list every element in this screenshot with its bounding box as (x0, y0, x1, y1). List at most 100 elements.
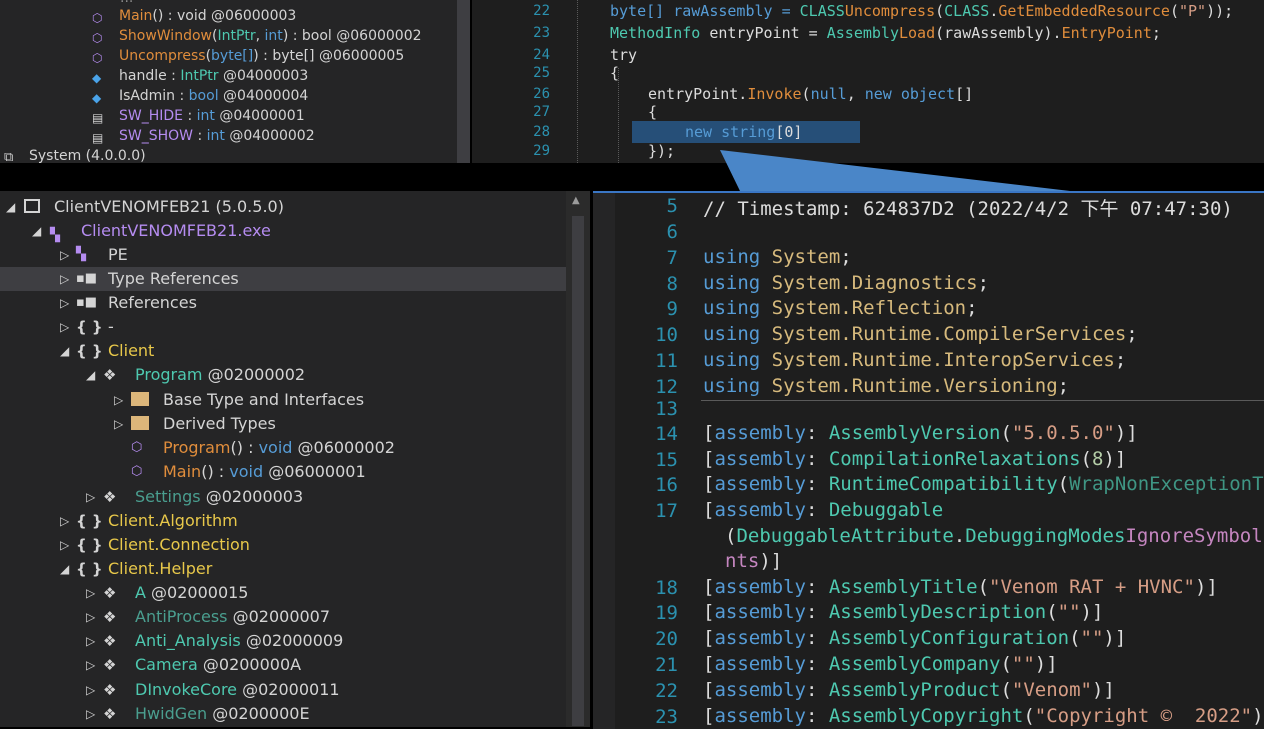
code-line-23: [assembly: AssemblyCopyright("Copyright … (703, 705, 1264, 727)
code-token: "5.0.5.0" (1011, 422, 1115, 444)
code-line-9: using System.Reflection; (703, 297, 978, 319)
tree-node-class[interactable]: ▷ ❖ AntiProcess @02000007 (0, 605, 566, 629)
tree-node-root-assembly[interactable]: ◢ ClientVENOMFEB21 (5.0.5.0) (0, 195, 566, 219)
code-token: using (703, 323, 761, 345)
expand-arrow-icon[interactable]: ▷ (60, 509, 69, 533)
tree-vertical-scrollbar[interactable]: ▲ (566, 191, 590, 727)
tree-node-pe[interactable]: ▷ ▚ PE (0, 243, 566, 267)
tree-node-class[interactable]: ▷ ❖ Camera @0200000A (0, 653, 566, 677)
node-label: HwidGen (135, 704, 208, 723)
line-number: 11 (655, 350, 678, 372)
expand-arrow-icon[interactable]: ▷ (60, 291, 69, 315)
code-token: assembly (714, 473, 806, 495)
code-token: "" (1011, 653, 1035, 675)
line-number: 5 (666, 195, 678, 217)
expand-arrow-icon[interactable]: ▷ (86, 653, 95, 677)
code-token: System.Runtime.Versioning (771, 375, 1058, 397)
namespace-icon: { } (76, 342, 103, 360)
scrollbar-thumb[interactable] (572, 216, 584, 726)
node-token: @0200000E (212, 704, 310, 723)
tree-node-class[interactable]: ▷ ❖ A @02000015 (0, 581, 566, 605)
code-line-14: [assembly: AssemblyVersion("5.0.5.0")] (703, 422, 1138, 444)
expand-arrow-icon[interactable]: ▷ (86, 702, 95, 726)
line-number: 18 (655, 577, 678, 599)
code-token: )] (1103, 448, 1127, 470)
code-token: using (703, 246, 761, 268)
assembly-explorer-tree[interactable]: ◢ ClientVENOMFEB21 (5.0.5.0) ◢ ▚ ClientV… (0, 191, 566, 727)
node-label: Camera (135, 655, 198, 674)
code-token: )] (1252, 705, 1264, 727)
collapse-arrow-icon[interactable]: ◢ (60, 557, 69, 581)
tree-node-class-settings[interactable]: ▷ ❖ Settings @02000003 (0, 485, 566, 509)
line-number: 12 (655, 376, 678, 398)
code-token: "Venom RAT + HVNC" (989, 576, 1195, 598)
expand-arrow-icon[interactable]: ▷ (60, 315, 69, 339)
class-icon: ❖ (103, 608, 117, 626)
collapse-arrow-icon[interactable]: ◢ (32, 219, 41, 243)
code-token: IgnoreSymbol (1125, 525, 1263, 547)
expand-arrow-icon[interactable]: ▷ (86, 629, 95, 653)
line-number: 21 (655, 654, 678, 676)
namespace-icon: { } (76, 536, 103, 554)
tree-node-base-types[interactable]: ▷ Base Type and Interfaces (0, 388, 566, 412)
code-token: System.Reflection (771, 297, 967, 319)
tree-node-class-program[interactable]: ◢ ❖ Program @02000002 (0, 363, 566, 387)
collapse-arrow-icon[interactable]: ◢ (60, 339, 69, 363)
code-token: "Venom" (1011, 679, 1092, 701)
collapse-arrow-icon[interactable]: ◢ (6, 195, 15, 219)
tree-node-namespace-dash[interactable]: ▷ { } - (0, 315, 566, 339)
tree-node-references[interactable]: ▷ ▪■ References (0, 291, 566, 315)
node-label: Client.Connection (108, 535, 250, 554)
tree-node-class[interactable]: ▷ ❖ Anti_Analysis @02000009 (0, 629, 566, 653)
code-line-17: [assembly: Debuggable (703, 499, 944, 521)
code-token: System.Runtime.InteropServices (771, 349, 1115, 371)
tree-node-class[interactable]: ▷ ❖ DInvokeCore @02000011 (0, 678, 566, 702)
tree-node-class[interactable]: ▷ ❖ HwidGen @0200000E (0, 702, 566, 726)
code-token: AssemblyProduct (828, 679, 1001, 701)
folder-icon (131, 392, 149, 406)
expand-arrow-icon[interactable]: ▷ (114, 388, 123, 412)
decompiled-code-editor[interactable]: 5 // Timestamp: 624837D2 (2022/4/2 下午 07… (593, 191, 1264, 729)
code-token: AssemblyTitle (828, 576, 978, 598)
expand-arrow-icon[interactable]: ▷ (86, 485, 95, 509)
line-number: 15 (655, 449, 678, 471)
code-token: . (953, 525, 966, 547)
line-number: 17 (655, 500, 678, 522)
node-label: A (135, 583, 146, 602)
tree-node-type-references[interactable]: ▷ ▪■ Type References (0, 267, 566, 291)
expand-arrow-icon[interactable]: ▷ (60, 267, 69, 291)
method-sig: () : (230, 438, 259, 457)
tree-node-method-main[interactable]: ⬡ Main() : void @06000001 (0, 460, 566, 484)
expand-arrow-icon[interactable]: ▷ (86, 581, 95, 605)
references-icon: ▪■ (76, 295, 98, 310)
expand-arrow-icon[interactable]: ▷ (114, 412, 123, 436)
namespace-icon: { } (76, 560, 103, 578)
class-icon: ❖ (103, 366, 117, 384)
collapse-arrow-icon[interactable]: ◢ (86, 363, 95, 387)
node-label: Client (108, 341, 155, 360)
tree-node-method-program-ctor[interactable]: ⬡ Program() : void @06000002 (0, 436, 566, 460)
node-token: @02000007 (232, 607, 331, 626)
expand-arrow-icon[interactable]: ▷ (86, 678, 95, 702)
scroll-up-arrow-icon[interactable]: ▲ (572, 195, 580, 206)
code-token: ( (725, 525, 737, 547)
tree-node-module[interactable]: ◢ ▚ ClientVENOMFEB21.exe (0, 219, 566, 243)
expand-arrow-icon[interactable]: ▷ (60, 533, 69, 557)
tree-node-derived-types[interactable]: ▷ Derived Types (0, 412, 566, 436)
node-label: Base Type and Interfaces (163, 390, 365, 409)
expand-arrow-icon[interactable]: ▷ (86, 605, 95, 629)
code-token: assembly (714, 422, 806, 444)
class-icon: ❖ (103, 656, 117, 674)
node-label: ClientVENOMFEB21.exe (81, 221, 271, 240)
namespace-icon: { } (76, 512, 103, 530)
tree-node-namespace-connection[interactable]: ▷ { } Client.Connection (0, 533, 566, 557)
tree-node-namespace-algorithm[interactable]: ▷ { } Client.Algorithm (0, 509, 566, 533)
expand-arrow-icon[interactable]: ▷ (60, 243, 69, 267)
method-sig: () : (201, 462, 230, 481)
code-token: Debuggable (828, 499, 944, 521)
tree-node-namespace-client[interactable]: ◢ { } Client (0, 339, 566, 363)
code-line-22: [assembly: AssemblyProduct("Venom")] (703, 679, 1115, 701)
tree-node-namespace-helper[interactable]: ◢ { } Client.Helper (0, 557, 566, 581)
code-line-16: [assembly: RuntimeCompatibility(WrapNonE… (703, 473, 1264, 495)
code-token: AssemblyVersion (828, 422, 1001, 444)
